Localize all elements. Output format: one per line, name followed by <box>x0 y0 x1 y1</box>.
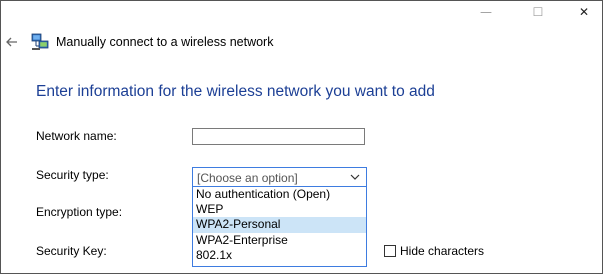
header-row: Manually connect to a wireless network <box>1 31 602 53</box>
security-key-label: Security Key: <box>36 244 107 258</box>
option-802-1x[interactable]: 802.1x <box>193 248 366 263</box>
hide-characters-label[interactable]: Hide characters <box>400 244 484 258</box>
close-button[interactable]: ✕ <box>562 1 602 23</box>
option-no-authentication[interactable]: No authentication (Open) <box>193 187 366 202</box>
option-wpa2-enterprise[interactable]: WPA2-Enterprise <box>193 233 366 248</box>
security-type-dropdown: No authentication (Open) WEP WPA2-Person… <box>192 187 367 267</box>
maximize-button[interactable]: ☐ <box>516 1 560 23</box>
security-type-value: [Choose an option] <box>197 171 298 185</box>
network-name-label: Network name: <box>36 129 117 143</box>
maximize-icon: ☐ <box>532 5 544 19</box>
minimize-icon: — <box>480 5 492 19</box>
dialog-window: — ☐ ✕ Manually connect to a wireless net… <box>0 0 603 274</box>
close-icon: ✕ <box>578 5 590 19</box>
page-title: Enter information for the wireless netwo… <box>36 83 435 100</box>
encryption-type-label: Encryption type: <box>36 205 123 219</box>
hide-characters-checkbox[interactable] <box>384 245 396 257</box>
chevron-down-icon <box>350 174 360 180</box>
option-wpa2-personal[interactable]: WPA2-Personal <box>193 217 366 233</box>
network-name-input[interactable] <box>192 128 365 145</box>
security-type-label: Security type: <box>36 168 109 182</box>
security-type-select[interactable]: [Choose an option] <box>192 167 367 187</box>
title-bar: — ☐ ✕ <box>1 1 602 25</box>
network-icon <box>31 33 49 50</box>
back-arrow-icon <box>6 37 17 47</box>
back-button[interactable] <box>5 31 19 53</box>
option-wep[interactable]: WEP <box>193 202 366 217</box>
minimize-button[interactable]: — <box>464 1 508 23</box>
window-title: Manually connect to a wireless network <box>56 35 274 49</box>
